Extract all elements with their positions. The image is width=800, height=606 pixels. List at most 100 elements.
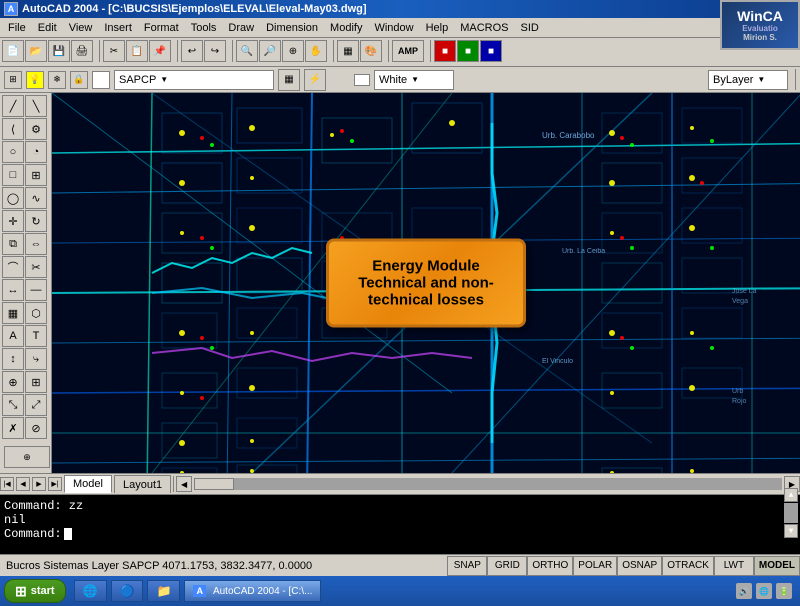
lt-move[interactable]: ✛ — [2, 210, 24, 232]
menu-edit[interactable]: Edit — [32, 21, 63, 35]
tab-model[interactable]: Model — [64, 475, 112, 493]
lt-mirror[interactable]: ⇔ — [25, 233, 47, 255]
tb-print[interactable]: 🖨 — [71, 40, 93, 62]
lt-region[interactable]: ⬡ — [25, 302, 47, 324]
lt-xline[interactable]: ╲ — [25, 95, 47, 117]
menu-help[interactable]: Help — [420, 21, 455, 35]
tb-cut[interactable]: ✂ — [103, 40, 125, 62]
layer-extra1[interactable]: ▦ — [278, 69, 300, 91]
lt-stretch[interactable]: ⤢ — [25, 394, 47, 416]
tb-zoom-prev[interactable]: 🔎 — [259, 40, 281, 62]
linetype-dropdown[interactable]: ByLayer ▼ — [708, 70, 788, 90]
scroll-track[interactable] — [194, 478, 782, 490]
menu-tools[interactable]: Tools — [185, 21, 223, 35]
lt-break[interactable]: — — [25, 279, 47, 301]
status-polar[interactable]: POLAR — [573, 556, 617, 576]
menu-sid[interactable]: SID — [514, 21, 544, 35]
tb-matchprop[interactable]: 🎨 — [360, 40, 382, 62]
start-button[interactable]: ⊞ start — [4, 579, 66, 603]
menu-macros[interactable]: MACROS — [454, 21, 514, 35]
tb-zoom-realtime[interactable]: ⊕ — [282, 40, 304, 62]
lt-fillet[interactable]: ⌒ — [2, 256, 24, 278]
tb-undo[interactable]: ↩ — [181, 40, 203, 62]
taskbar-browser2[interactable]: 🔵 — [111, 580, 144, 602]
tb-copy[interactable]: 📋 — [126, 40, 148, 62]
menu-file[interactable]: File — [2, 21, 32, 35]
tb-extra3[interactable]: ■ — [480, 40, 502, 62]
tb-zoom-window[interactable]: 🔍 — [236, 40, 258, 62]
layer-manager-btn[interactable]: ⊞ — [4, 71, 22, 89]
taskbar-folder[interactable]: 📁 — [147, 580, 180, 602]
tab-nav-last[interactable]: ▶| — [48, 477, 62, 491]
lt-mtext[interactable]: T — [25, 325, 47, 347]
drawing-canvas[interactable]: Urb. Carabobo Urb. La Ceiba Urb. La Vill… — [52, 93, 800, 473]
lt-grid[interactable]: ⊞ — [25, 164, 47, 186]
menu-modify[interactable]: Modify — [324, 21, 368, 35]
layer-visibility-btn[interactable]: 💡 — [26, 71, 44, 89]
tb-properties[interactable]: ▦ — [337, 40, 359, 62]
lt-copy[interactable]: ⧉ — [2, 233, 24, 255]
lt-rectangle[interactable]: □ — [2, 164, 24, 186]
tab-nav-next[interactable]: ▶ — [32, 477, 46, 491]
cmd-scroll-up[interactable]: ▲ — [784, 488, 798, 502]
status-snap[interactable]: SNAP — [447, 556, 487, 576]
lt-hatch[interactable]: ▦ — [2, 302, 24, 324]
lt-dim[interactable]: ↕ — [2, 348, 24, 370]
tb-new[interactable]: 📄 — [2, 40, 24, 62]
status-model[interactable]: MODEL — [754, 556, 800, 576]
taskbar-autocad[interactable]: A AutoCAD 2004 - [C:\... — [184, 580, 321, 602]
status-osnap[interactable]: OSNAP — [617, 556, 662, 576]
lt-leader[interactable]: ⤷ — [25, 348, 47, 370]
menu-format[interactable]: Format — [138, 21, 185, 35]
cmd-scroll-down[interactable]: ▼ — [784, 524, 798, 538]
status-lwt[interactable]: LWT — [714, 556, 754, 576]
menu-window[interactable]: Window — [368, 21, 419, 35]
tab-nav-first[interactable]: |◀ — [0, 477, 14, 491]
tb-pan[interactable]: ✋ — [305, 40, 327, 62]
lt-circle[interactable]: ○ — [2, 141, 24, 163]
lt-explode[interactable]: ⊘ — [25, 417, 47, 439]
menu-view[interactable]: View — [63, 21, 99, 35]
tb-open[interactable]: 📂 — [25, 40, 47, 62]
taskbar-ie[interactable]: 🌐 — [74, 580, 107, 602]
lt-text[interactable]: A — [2, 325, 24, 347]
menu-dimension[interactable]: Dimension — [260, 21, 324, 35]
lt-scale[interactable]: ⤡ — [2, 394, 24, 416]
layer-lock-btn[interactable]: 🔒 — [70, 71, 88, 89]
status-grid[interactable]: GRID — [487, 556, 527, 576]
tb-redo[interactable]: ↪ — [204, 40, 226, 62]
tb-save[interactable]: 💾 — [48, 40, 70, 62]
status-ortho[interactable]: ORTHO — [527, 556, 573, 576]
tb-extra1[interactable]: ■ — [434, 40, 456, 62]
lt-line[interactable]: ╱ — [2, 95, 24, 117]
lt-insert[interactable]: ⊕ — [2, 371, 24, 393]
lt-erase[interactable]: ✗ — [2, 417, 24, 439]
scroll-left-btn[interactable]: ◀ — [176, 476, 192, 492]
svg-text:Urb: Urb — [732, 388, 743, 395]
lt-extend[interactable]: ↔ — [2, 279, 24, 301]
lt-arc[interactable]: ◔ — [25, 141, 47, 163]
status-otrack[interactable]: OTRACK — [662, 556, 714, 576]
layer-freeze-btn[interactable]: ❄ — [48, 71, 66, 89]
tb-paste[interactable]: 📌 — [149, 40, 171, 62]
layer-extra2[interactable]: ⚡ — [304, 69, 326, 91]
lt-properties[interactable]: ⚙ — [25, 118, 47, 140]
lt-rotate[interactable]: ↻ — [25, 210, 47, 232]
layer-name-dropdown[interactable]: SAPCP ▼ — [114, 70, 274, 90]
lt-crosshair[interactable]: ⊕ — [4, 446, 50, 468]
tb-amp[interactable]: AMP — [392, 40, 424, 62]
lt-polyline[interactable]: ⟨ — [2, 118, 24, 140]
tab-layout1[interactable]: Layout1 — [114, 475, 171, 493]
layer-color-btn[interactable] — [92, 71, 110, 89]
tab-nav-prev[interactable]: ◀ — [16, 477, 30, 491]
color-dropdown[interactable]: White ▼ — [374, 70, 454, 90]
scroll-thumb[interactable] — [194, 478, 234, 490]
menu-insert[interactable]: Insert — [98, 21, 138, 35]
lt-spline[interactable]: ∿ — [25, 187, 47, 209]
tb-extra2[interactable]: ■ — [457, 40, 479, 62]
lt-trim[interactable]: ✂ — [25, 256, 47, 278]
lt-attdef[interactable]: ⊞ — [25, 371, 47, 393]
color-swatch[interactable] — [354, 74, 370, 86]
menu-draw[interactable]: Draw — [222, 21, 260, 35]
lt-ellipse[interactable]: ◯ — [2, 187, 24, 209]
